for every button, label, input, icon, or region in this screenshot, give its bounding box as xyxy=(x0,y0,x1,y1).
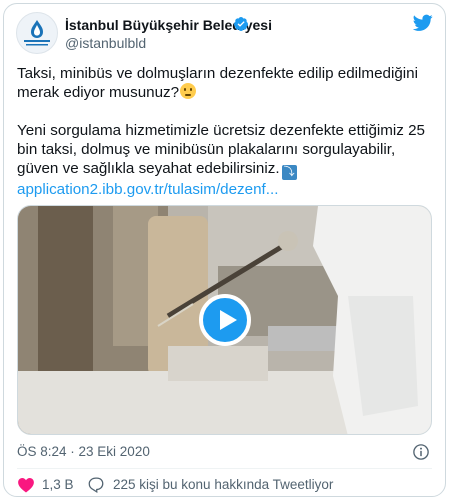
speech-bubble-icon xyxy=(88,477,104,493)
play-icon xyxy=(220,310,237,330)
info-icon[interactable] xyxy=(412,443,430,461)
tweet-line-2: merak ediyor musunuz? xyxy=(17,84,180,101)
thinking-face-emoji xyxy=(180,83,197,99)
play-button[interactable] xyxy=(199,294,251,346)
talking-about-text: 225 kişi bu konu hakkında Tweetliyor xyxy=(113,477,334,492)
verified-badge-icon xyxy=(233,17,248,31)
like-count: 1,3 B xyxy=(42,477,74,492)
twitter-bird-icon[interactable] xyxy=(413,14,433,32)
tweet-para2-line-2: bin taksi, dolmuş ve minibüsün plakaları… xyxy=(17,141,396,158)
tweet-line-1: Taksi, minibüs ve dolmuşların dezenfekte… xyxy=(17,65,418,82)
divider xyxy=(17,468,432,469)
tweet-para2-line-1: Yeni sorgulama hizmetimizle ücretsiz dez… xyxy=(17,122,425,139)
tweet-text: Taksi, minibüs ve dolmuşların dezenfekte… xyxy=(17,64,437,199)
avatar[interactable] xyxy=(16,12,58,54)
tweet-para2-line-3: güven ve sağlıkla seyahat edebilirsiniz. xyxy=(17,160,280,177)
arrow-down-emoji: ⤵ xyxy=(281,165,297,180)
timestamp[interactable]: ÖS 8:24 · 23 Eki 2020 xyxy=(17,444,150,459)
tweet-link[interactable]: application2.ibb.gov.tr/tulasim/dezenf..… xyxy=(17,181,278,198)
account-handle[interactable]: @istanbulbld xyxy=(65,35,146,51)
heart-icon xyxy=(18,478,34,493)
talking-about-link[interactable]: 225 kişi bu konu hakkında Tweetliyor xyxy=(87,475,407,495)
